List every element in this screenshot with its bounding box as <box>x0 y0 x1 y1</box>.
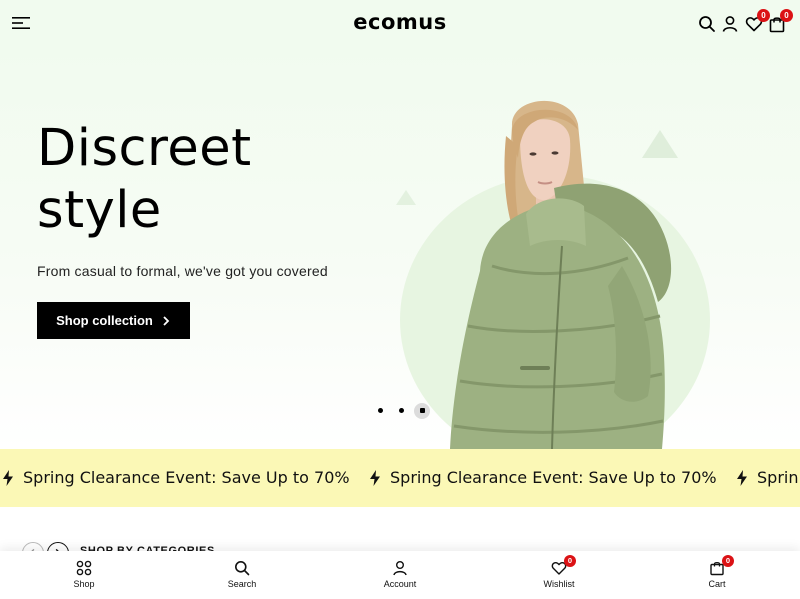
lightning-icon <box>3 469 13 486</box>
slider-dot-active[interactable] <box>414 403 430 419</box>
hero-subtitle: From casual to formal, we've got you cov… <box>37 263 328 279</box>
marquee-item: Sprin <box>736 468 798 487</box>
slider-dot[interactable] <box>399 408 404 413</box>
lightning-icon <box>737 469 747 486</box>
cart-button[interactable]: 0 <box>768 9 793 33</box>
chevron-right-icon <box>163 315 170 326</box>
shop-collection-label: Shop collection <box>56 313 153 328</box>
search-icon <box>235 561 250 576</box>
marquee-item: Spring Clearance Event: Save Up to 70% <box>369 468 717 487</box>
site-header: ecomus 0 0 <box>0 0 800 48</box>
marquee-item: Spring Clearance Event: Save Up to 70% <box>2 468 350 487</box>
promo-marquee: Spring Clearance Event: Save Up to 70% S… <box>0 449 800 507</box>
hero-slider: Discreet style From casual to formal, we… <box>0 48 800 449</box>
wishlist-button[interactable]: 0 <box>745 9 770 33</box>
lightning-icon <box>370 469 380 486</box>
shop-collection-button[interactable]: Shop collection <box>37 302 190 339</box>
user-icon <box>393 561 407 576</box>
wishlist-count-badge: 0 <box>564 555 576 567</box>
toolbar-shop[interactable]: Shop <box>49 557 119 589</box>
toolbar-label: Account <box>383 579 417 589</box>
categories-section: SHOP BY CATEGORIES <box>0 507 800 564</box>
toolbar-label: Cart <box>708 579 726 589</box>
toolbar-cart[interactable]: 0 Cart <box>682 555 752 589</box>
toolbar-wishlist[interactable]: 0 Wishlist <box>524 555 594 589</box>
hero-model-image <box>450 100 672 449</box>
toolbar-search[interactable]: Search <box>207 557 277 589</box>
mobile-toolbar: Shop Search Account 0 Wishlist 0 Cart <box>0 551 800 599</box>
toolbar-account[interactable]: Account <box>365 557 435 589</box>
slider-dot[interactable] <box>378 408 383 413</box>
grid-icon <box>76 560 92 576</box>
toolbar-label: Shop <box>73 579 95 589</box>
cart-count-badge: 0 <box>722 555 734 567</box>
cart-count-badge: 0 <box>780 9 793 22</box>
account-icon[interactable] <box>721 15 739 33</box>
slider-pagination <box>372 403 432 419</box>
site-logo[interactable]: ecomus <box>0 10 800 34</box>
toolbar-label: Wishlist <box>543 579 575 589</box>
toolbar-label: Search <box>227 579 257 589</box>
hero-decor-triangle <box>396 190 416 205</box>
hero-title: Discreet style <box>37 119 252 240</box>
search-icon[interactable] <box>698 15 716 33</box>
